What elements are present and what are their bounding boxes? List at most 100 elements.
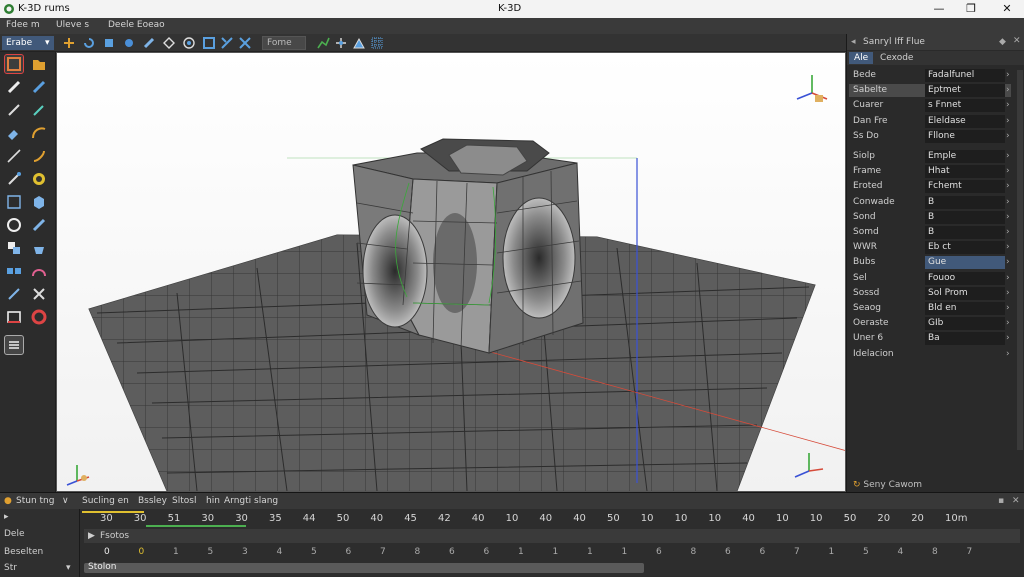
- property-value[interactable]: Hhat: [925, 165, 1005, 179]
- track-label-3[interactable]: Str: [4, 563, 17, 573]
- eyedropper-icon[interactable]: [30, 101, 48, 119]
- bucket-icon[interactable]: [30, 239, 48, 257]
- pen-icon[interactable]: [5, 78, 23, 96]
- property-row[interactable]: Uner 6 Ba ›: [849, 332, 1011, 346]
- view-axis-gizmo[interactable]: [796, 75, 828, 102]
- menu-item-view[interactable]: Uleve s: [56, 20, 89, 30]
- play-icon[interactable]: ▸: [4, 512, 9, 522]
- panel-collapse-icon[interactable]: ◂: [851, 37, 856, 47]
- refresh-icon[interactable]: ↻: [853, 480, 861, 490]
- wand-icon[interactable]: [5, 170, 23, 188]
- tab-all[interactable]: Ale: [849, 52, 874, 64]
- line-icon[interactable]: [5, 147, 23, 165]
- sculpt-icon[interactable]: [30, 216, 48, 234]
- cube-icon[interactable]: [30, 193, 48, 211]
- minimize-button[interactable]: —: [924, 1, 954, 17]
- property-row[interactable]: Dan Fre Eleldase ›: [849, 114, 1011, 128]
- circle-icon[interactable]: [5, 216, 23, 234]
- scale-tool-icon[interactable]: [102, 36, 116, 50]
- properties-scrollbar[interactable]: [1017, 70, 1023, 450]
- property-value[interactable]: Eb ct: [925, 241, 1005, 255]
- property-value[interactable]: Emple: [925, 150, 1005, 163]
- rotate-tool-icon[interactable]: [82, 36, 96, 50]
- chevron-right-icon[interactable]: ›: [1006, 85, 1010, 95]
- extrude-icon[interactable]: [5, 239, 23, 257]
- property-row[interactable]: Somd B ›: [849, 226, 1011, 239]
- timeline-close-icon[interactable]: ✕: [1012, 496, 1020, 506]
- property-row[interactable]: Ss Do Fllone ›: [849, 129, 1011, 143]
- bevel-icon[interactable]: [5, 308, 23, 326]
- timeline-tab[interactable]: Stun tng: [16, 496, 54, 506]
- chevron-right-icon[interactable]: ›: [1006, 273, 1010, 283]
- name-field[interactable]: Fome: [262, 36, 306, 50]
- scissors-icon[interactable]: [30, 285, 48, 303]
- chevron-right-icon[interactable]: ›: [1006, 349, 1010, 359]
- chevron-right-icon[interactable]: ›: [1006, 151, 1010, 161]
- chevron-right-icon[interactable]: ›: [1006, 242, 1010, 252]
- timeline-menu-1[interactable]: Sucling en: [82, 496, 129, 506]
- cube-object[interactable]: [352, 138, 584, 354]
- chevron-right-icon[interactable]: ›: [1006, 333, 1010, 343]
- property-row[interactable]: Idelacion ›: [849, 348, 1011, 361]
- arc-icon[interactable]: [30, 262, 48, 280]
- property-row[interactable]: Eroted Fchemt ›: [849, 180, 1011, 194]
- property-value[interactable]: Bld en: [925, 302, 1005, 315]
- timeline-menu-3[interactable]: Sltosl: [172, 496, 196, 506]
- property-row[interactable]: Conwade B ›: [849, 195, 1011, 209]
- cross-tool-icon[interactable]: [238, 36, 252, 50]
- path-tool-icon[interactable]: [316, 36, 330, 50]
- property-value[interactable]: Fchemt: [925, 180, 1005, 194]
- chevron-right-icon[interactable]: ›: [1006, 318, 1010, 328]
- property-row[interactable]: Sossd Sol Prom ›: [849, 286, 1011, 300]
- brush-tool-icon[interactable]: [142, 36, 156, 50]
- sphere-icon[interactable]: [30, 170, 48, 188]
- property-value[interactable]: Ba: [925, 332, 1005, 346]
- chevron-right-icon[interactable]: ›: [1006, 166, 1010, 176]
- chevron-right-icon[interactable]: ›: [1006, 288, 1010, 298]
- property-row[interactable]: Sabelte Eptmet ›: [849, 84, 1011, 98]
- frame-tool-icon[interactable]: [202, 36, 216, 50]
- property-row[interactable]: WWR Eb ct ›: [849, 241, 1011, 255]
- timeline-track-1[interactable]: ▶ Fsotos: [84, 529, 1020, 543]
- chevron-right-icon[interactable]: ›: [1006, 70, 1010, 80]
- property-row[interactable]: Siolp Emple ›: [849, 150, 1011, 163]
- folder-icon[interactable]: [30, 55, 48, 73]
- target-tool-icon[interactable]: [182, 36, 196, 50]
- property-value[interactable]: GIb: [925, 317, 1005, 331]
- property-value[interactable]: s Fnnet: [925, 99, 1005, 113]
- record-icon[interactable]: [30, 308, 48, 326]
- 3d-viewport[interactable]: [56, 52, 846, 492]
- property-row[interactable]: Frame Hhat ›: [849, 165, 1011, 179]
- close-button[interactable]: ✕: [992, 1, 1022, 17]
- track-label-2[interactable]: Beselten: [4, 547, 43, 557]
- chevron-right-icon[interactable]: ›: [1006, 212, 1010, 222]
- maximize-button[interactable]: ❐: [956, 1, 986, 17]
- transform-tool-icon[interactable]: [334, 36, 348, 50]
- snap-tool-icon[interactable]: [220, 36, 234, 50]
- select-tool-icon[interactable]: [122, 36, 136, 50]
- paint-icon[interactable]: [5, 124, 23, 142]
- lattice-icon[interactable]: [5, 193, 23, 211]
- chevron-right-icon[interactable]: ›: [1006, 257, 1010, 267]
- chevron-right-icon[interactable]: ›: [1006, 197, 1010, 207]
- pencil-icon[interactable]: [30, 78, 48, 96]
- timeline-menu-4[interactable]: hin: [206, 496, 220, 506]
- property-row[interactable]: Sel Fouoo ›: [849, 271, 1011, 285]
- property-value[interactable]: Eptmet: [925, 84, 1005, 98]
- vertex-tool-icon[interactable]: [352, 36, 366, 50]
- property-row[interactable]: Cuarer s Fnnet ›: [849, 99, 1011, 113]
- chevron-right-icon[interactable]: ›: [1006, 181, 1010, 191]
- timeline-collapse-icon[interactable]: ∨: [62, 496, 69, 506]
- curve-icon[interactable]: [30, 124, 48, 142]
- grid-tool-icon[interactable]: [370, 36, 384, 50]
- track-label-1[interactable]: Dele: [4, 529, 25, 539]
- select-box-icon[interactable]: [4, 54, 24, 74]
- timeline-pin-icon[interactable]: ▪: [998, 496, 1004, 506]
- chevron-right-icon[interactable]: ›: [1006, 131, 1010, 141]
- knife-icon[interactable]: [5, 101, 23, 119]
- track1-play-icon[interactable]: ▶: [88, 531, 95, 541]
- property-row[interactable]: Seaog Bld en ›: [849, 302, 1011, 315]
- chevron-right-icon[interactable]: ›: [1006, 100, 1010, 110]
- tab-code[interactable]: Cexode: [875, 52, 918, 64]
- property-value[interactable]: Sol Prom: [925, 286, 1005, 300]
